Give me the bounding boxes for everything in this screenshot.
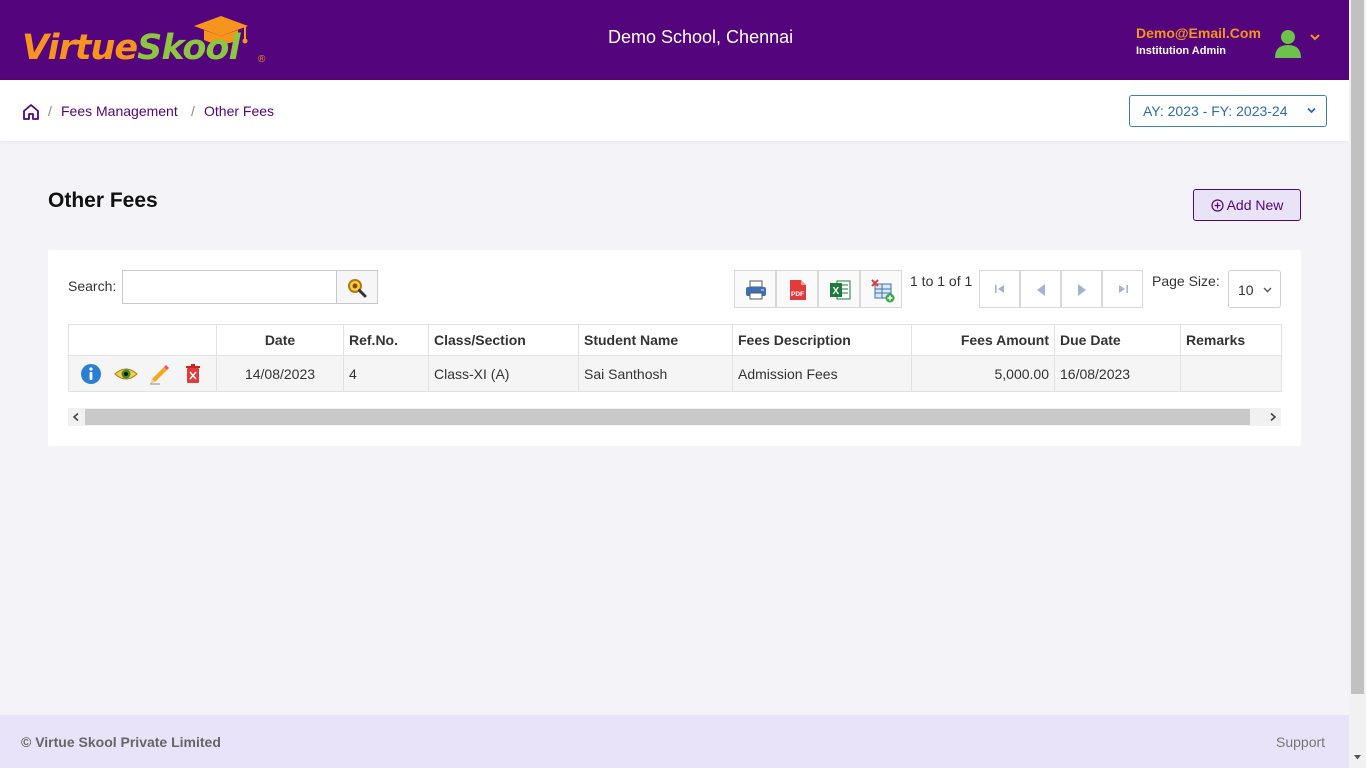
user-role: Institution Admin bbox=[1136, 45, 1227, 57]
previous-page-icon bbox=[1037, 284, 1045, 296]
chevron-down-icon[interactable] bbox=[1309, 32, 1321, 42]
column-header-fees-description[interactable]: Fees Description bbox=[732, 324, 912, 356]
column-header-fees-amount[interactable]: Fees Amount bbox=[911, 324, 1055, 356]
page-size-select[interactable]: 10 bbox=[1228, 270, 1281, 308]
page-vertical-scrollbar[interactable] bbox=[1349, 0, 1366, 768]
plus-circle-icon bbox=[1210, 199, 1224, 212]
registered-mark: ® bbox=[258, 54, 266, 65]
cell-student-name: Sai Santhosh bbox=[578, 355, 733, 392]
scroll-left-icon[interactable] bbox=[72, 413, 80, 421]
school-name: Demo School, Chennai bbox=[608, 27, 794, 47]
other-fees-table: Date Ref.No. Class/Section Student Name … bbox=[68, 324, 1282, 392]
previous-page-button[interactable] bbox=[1020, 270, 1061, 308]
first-page-button[interactable] bbox=[979, 270, 1020, 308]
print-button[interactable] bbox=[734, 270, 776, 308]
cell-date: 14/08/2023 bbox=[216, 355, 344, 392]
pdf-icon: PDF bbox=[790, 280, 806, 300]
print-icon bbox=[746, 280, 766, 300]
add-new-label: Add New bbox=[1226, 197, 1284, 213]
excel-icon: X bbox=[830, 280, 851, 300]
column-header-date[interactable]: Date bbox=[216, 324, 344, 356]
breadcrumb-fees-management[interactable]: Fees Management bbox=[61, 103, 178, 119]
footer: © Virtue Skool Private Limited Support bbox=[0, 715, 1349, 768]
table-header-row: Date Ref.No. Class/Section Student Name … bbox=[68, 324, 1282, 356]
clear-filter-button[interactable] bbox=[860, 270, 902, 308]
column-header-student-name[interactable]: Student Name bbox=[578, 324, 733, 356]
page-size-label: Page Size: bbox=[1152, 273, 1220, 289]
scroll-down-icon[interactable] bbox=[1353, 753, 1362, 761]
next-page-button[interactable] bbox=[1061, 270, 1102, 308]
breadcrumb-separator: / bbox=[191, 103, 195, 119]
column-header-ref-no[interactable]: Ref.No. bbox=[343, 324, 429, 356]
cell-remarks bbox=[1180, 355, 1282, 392]
cell-due-date: 16/08/2023 bbox=[1054, 355, 1181, 392]
search-input[interactable] bbox=[122, 270, 337, 304]
support-link[interactable]: Support bbox=[1276, 734, 1325, 750]
svg-text:X: X bbox=[833, 286, 840, 297]
cell-class-section: Class-XI (A) bbox=[428, 355, 579, 392]
cell-fees-description: Admission Fees bbox=[732, 355, 912, 392]
cell-ref-no: 4 bbox=[343, 355, 429, 392]
column-header-actions bbox=[68, 324, 217, 356]
fees-grid-card: Search: PDF X 1 to 1 of 1 Page Size: 10 … bbox=[48, 250, 1301, 446]
search-button[interactable] bbox=[336, 270, 378, 304]
page-title: Other Fees bbox=[48, 189, 158, 212]
last-page-button[interactable] bbox=[1102, 270, 1143, 308]
delete-icon[interactable] bbox=[182, 363, 204, 385]
column-header-class-section[interactable]: Class/Section bbox=[428, 324, 579, 356]
breadcrumb-other-fees[interactable]: Other Fees bbox=[204, 103, 274, 119]
add-new-button[interactable]: Add New bbox=[1193, 189, 1301, 221]
home-icon[interactable] bbox=[22, 103, 40, 121]
horizontal-scrollbar[interactable] bbox=[68, 408, 1281, 426]
chevron-down-icon bbox=[1307, 107, 1316, 114]
cell-fees-amount: 5,000.00 bbox=[911, 355, 1055, 392]
pager-summary: 1 to 1 of 1 bbox=[910, 273, 973, 289]
column-header-due-date[interactable]: Due Date bbox=[1054, 324, 1181, 356]
view-icon[interactable] bbox=[114, 363, 138, 385]
svg-text:PDF: PDF bbox=[791, 291, 804, 298]
top-header: VirtueSkool ® Demo School, Chennai Demo@… bbox=[0, 0, 1349, 80]
academic-year-label: AY: 2023 - FY: 2023-24 bbox=[1143, 103, 1288, 119]
first-page-icon bbox=[995, 285, 1004, 293]
user-icon[interactable] bbox=[1275, 28, 1301, 60]
pdf-export-button[interactable]: PDF bbox=[776, 270, 818, 308]
page-size-value: 10 bbox=[1238, 282, 1254, 298]
edit-icon[interactable] bbox=[148, 363, 170, 385]
vertical-scroll-thumb[interactable] bbox=[1351, 0, 1364, 694]
logo-wordmark: VirtueSkool bbox=[22, 28, 240, 68]
copyright-text: © Virtue Skool Private Limited bbox=[21, 734, 221, 750]
table-row[interactable]: 14/08/2023 4 Class-XI (A) Sai Santhosh A… bbox=[68, 355, 1282, 392]
clear-filter-icon bbox=[871, 279, 895, 303]
excel-export-button[interactable]: X bbox=[818, 270, 860, 308]
breadcrumb-separator: / bbox=[48, 103, 52, 119]
next-page-icon bbox=[1078, 284, 1086, 296]
user-email[interactable]: Demo@Email.Com bbox=[1136, 25, 1261, 41]
scroll-right-icon[interactable] bbox=[1269, 413, 1277, 421]
search-icon bbox=[348, 279, 367, 298]
info-icon[interactable] bbox=[80, 363, 102, 385]
last-page-icon bbox=[1119, 285, 1128, 293]
breadcrumb-bar: / Fees Management / Other Fees AY: 2023 … bbox=[0, 80, 1349, 141]
academic-year-select[interactable]: AY: 2023 - FY: 2023-24 bbox=[1129, 95, 1327, 127]
search-label: Search: bbox=[68, 278, 117, 294]
horizontal-scroll-thumb[interactable] bbox=[85, 409, 1250, 425]
chevron-down-icon bbox=[1263, 287, 1272, 293]
column-header-remarks[interactable]: Remarks bbox=[1180, 324, 1282, 356]
row-actions-cell bbox=[68, 355, 217, 392]
